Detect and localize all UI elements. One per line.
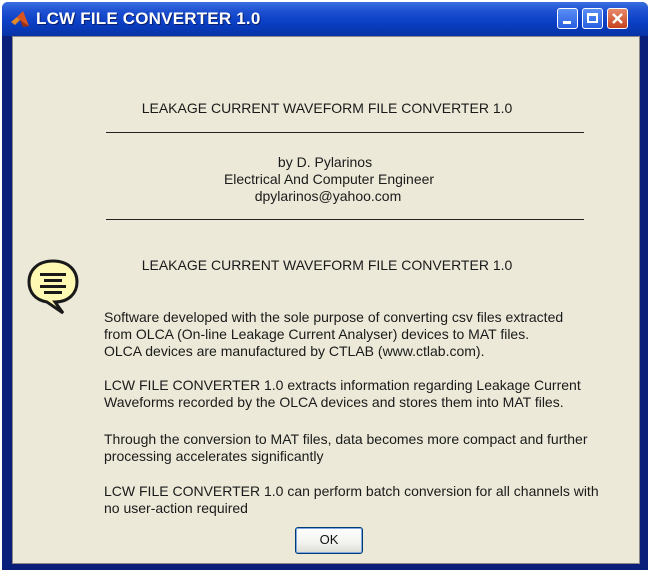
close-icon — [612, 13, 623, 24]
title-bar[interactable]: LCW FILE CONVERTER 1.0 — [2, 2, 648, 36]
title-heading: LEAKAGE CURRENT WAVEFORM FILE CONVERTER … — [141, 100, 513, 116]
dialog-content: LEAKAGE CURRENT WAVEFORM FILE CONVERTER … — [12, 36, 640, 564]
maximize-button[interactable] — [582, 8, 603, 29]
dialog-window: LCW FILE CONVERTER 1.0 LEAKAGE CURRENT W… — [2, 2, 648, 570]
ok-button[interactable]: OK — [295, 527, 363, 554]
minimize-button[interactable] — [557, 8, 578, 29]
author-email: dpylarinos@yahoo.com — [254, 188, 402, 204]
description-paragraph-2: LCW FILE CONVERTER 1.0 extracts informat… — [104, 377, 634, 411]
section-heading: LEAKAGE CURRENT WAVEFORM FILE CONVERTER … — [141, 257, 513, 273]
author-role: Electrical And Computer Engineer — [223, 171, 435, 187]
maximize-icon — [587, 13, 598, 23]
paragraph-line: LCW FILE CONVERTER 1.0 can perform batch… — [104, 483, 599, 499]
paragraph-line: OLCA devices are manufactured by CTLAB (… — [104, 343, 485, 359]
paragraph-line: Software developed with the sole purpose… — [104, 309, 564, 325]
description-paragraph-4: LCW FILE CONVERTER 1.0 can perform batch… — [104, 483, 634, 517]
minimize-icon — [563, 21, 571, 24]
paragraph-line: Waveforms recorded by the OLCA devices a… — [104, 394, 564, 410]
paragraph-line: LCW FILE CONVERTER 1.0 extracts informat… — [104, 377, 581, 393]
description-paragraph-3: Through the conversion to MAT files, dat… — [104, 431, 634, 465]
paragraph-line: Through the conversion to MAT files, dat… — [104, 431, 588, 447]
paragraph-line: no user-action required — [104, 500, 248, 516]
close-button[interactable] — [607, 8, 628, 29]
divider-top — [106, 132, 584, 133]
paragraph-line: from OLCA (On-line Leakage Current Analy… — [104, 326, 530, 342]
window-title: LCW FILE CONVERTER 1.0 — [36, 9, 261, 28]
divider-bottom — [106, 219, 584, 220]
paragraph-line: processing accelerates significantly — [104, 448, 324, 464]
description-paragraph-1: Software developed with the sole purpose… — [104, 309, 634, 360]
author-by-line: by D. Pylarinos — [277, 154, 373, 170]
matlab-logo-icon — [11, 11, 29, 27]
